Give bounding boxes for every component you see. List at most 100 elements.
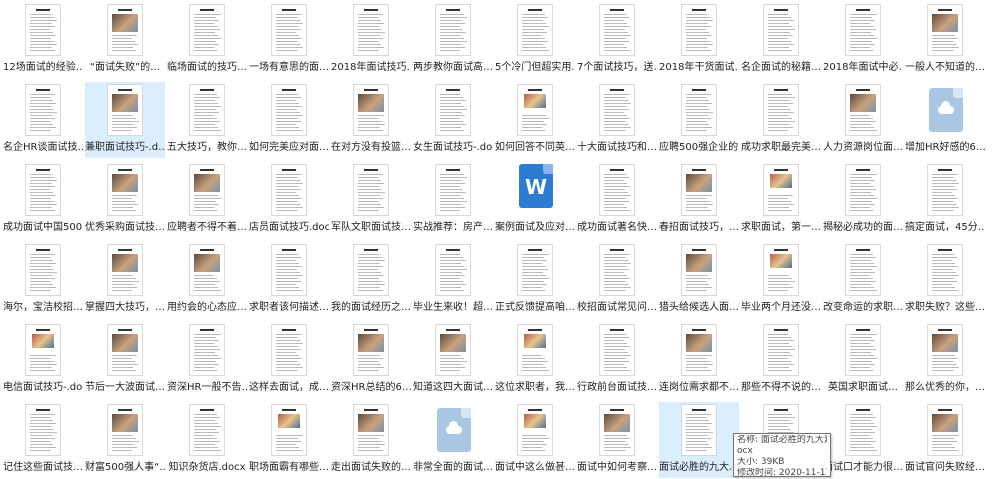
- file-name-label: 那么优秀的你，…: [905, 382, 985, 393]
- file-item[interactable]: 店员面试技巧.doc: [249, 162, 329, 238]
- file-item[interactable]: 连岗位需求都不…: [659, 322, 739, 398]
- file-item[interactable]: 应聘500强企业的…: [659, 82, 739, 158]
- file-name-label: 如何完美应对面…: [249, 142, 329, 153]
- document-thumbnail: [763, 84, 799, 136]
- document-thumbnail: [271, 84, 307, 136]
- file-item[interactable]: 如何完美应对面…: [249, 82, 329, 158]
- file-item[interactable]: 这样去面试，成…: [249, 322, 329, 398]
- file-name-label: 面试官问失败经…: [905, 462, 985, 473]
- file-item[interactable]: 校招面试常见问…: [577, 242, 657, 318]
- file-item[interactable]: 名企HR谈面试技…: [3, 82, 83, 158]
- file-item[interactable]: 电信面试技巧-.doc: [3, 322, 83, 398]
- file-name-label: 春招面试技巧，…: [659, 222, 739, 233]
- file-item[interactable]: 揭秘必成功的面…: [823, 162, 903, 238]
- file-item[interactable]: 资深HR总结的6…: [331, 322, 411, 398]
- file-item[interactable]: 职场面霸有哪些…: [249, 402, 329, 478]
- file-item[interactable]: 猎头给候选人面…: [659, 242, 739, 318]
- file-item[interactable]: 求职失败？这些…: [905, 242, 985, 318]
- file-item[interactable]: 优秀采购面试技…: [85, 162, 165, 238]
- file-item[interactable]: 财富500强人事“…: [85, 402, 165, 478]
- document-thumbnail: [681, 4, 717, 56]
- document-thumbnail: [517, 4, 553, 56]
- file-item[interactable]: 名企面试的秘籍…: [741, 2, 821, 78]
- file-name-label: 7个面试技巧，送…: [577, 62, 657, 73]
- file-item[interactable]: 掌握四大技巧，…: [85, 242, 165, 318]
- file-item[interactable]: 这位求职者，我…: [495, 322, 575, 398]
- file-item[interactable]: 2018年干货面试…: [659, 2, 739, 78]
- file-item[interactable]: 人力资源岗位面…: [823, 82, 903, 158]
- file-item[interactable]: 知道这四大面试…: [413, 322, 493, 398]
- file-item[interactable]: 那么优秀的你，…: [905, 322, 985, 398]
- file-item[interactable]: 求职者该何描述…: [249, 242, 329, 318]
- file-name-label: 在对方没有投篮…: [331, 142, 411, 153]
- file-item[interactable]: 增加HR好感的6…: [905, 82, 985, 158]
- document-thumbnail: [25, 404, 61, 456]
- file-item[interactable]: 资深HR一般不告…: [167, 322, 247, 398]
- document-thumbnail: [271, 164, 307, 216]
- file-item[interactable]: 12场面试的经验…: [3, 2, 83, 78]
- file-item[interactable]: 改变命运的求职…: [823, 242, 903, 318]
- file-item[interactable]: 一般人不知道的…: [905, 2, 985, 78]
- file-item[interactable]: 成功求职最完美…: [741, 82, 821, 158]
- file-item[interactable]: 春招面试技巧，…: [659, 162, 739, 238]
- file-item[interactable]: 五大技巧，教你…: [167, 82, 247, 158]
- file-item[interactable]: 那些不得不说的…: [741, 322, 821, 398]
- file-item[interactable]: 海尔，宝洁校招…: [3, 242, 83, 318]
- file-name-label: 面试中如何考察…: [577, 462, 657, 473]
- file-item[interactable]: 在对方没有投篮…: [331, 82, 411, 158]
- file-item[interactable]: 搞定面试，45分…: [905, 162, 985, 238]
- file-item[interactable]: 我的面试经历之…: [331, 242, 411, 318]
- file-item[interactable]: 一场有意思的面…: [249, 2, 329, 78]
- file-item[interactable]: 2018年面试中必…: [823, 2, 903, 78]
- file-name-label: 那些不得不说的…: [741, 382, 821, 393]
- file-item[interactable]: W 案例面试及应对…: [495, 162, 575, 238]
- file-item[interactable]: 成功面试中国500…: [3, 162, 83, 238]
- file-item[interactable]: 面试口才能力很…: [823, 402, 903, 478]
- file-name-label: 掌握四大技巧，…: [85, 302, 165, 313]
- document-thumbnail: [763, 244, 799, 296]
- file-item[interactable]: 面试官问失败经…: [905, 402, 985, 478]
- file-item[interactable]: 应聘者不得不着…: [167, 162, 247, 238]
- file-item[interactable]: 正式反馈提高咱…: [495, 242, 575, 318]
- file-item[interactable]: 毕业生来收！超…: [413, 242, 493, 318]
- file-item[interactable]: 面试中如何考察…: [577, 402, 657, 478]
- file-item[interactable]: 十大面试技巧和…: [577, 82, 657, 158]
- file-item[interactable]: 非常全面的面试…: [413, 402, 493, 478]
- file-item[interactable]: 节后一大波面试…: [85, 322, 165, 398]
- file-name-label: 优秀采购面试技…: [85, 222, 165, 233]
- file-item[interactable]: 成功面试著名快…: [577, 162, 657, 238]
- file-item[interactable]: 面试中这么做甚…: [495, 402, 575, 478]
- document-thumbnail: [353, 244, 389, 296]
- file-item[interactable]: 两步教你面试高…: [413, 2, 493, 78]
- document-thumbnail: [599, 4, 635, 56]
- file-name-label: 女生面试技巧-.doc: [413, 142, 493, 153]
- file-item[interactable]: 行政前台面试技…: [577, 322, 657, 398]
- file-name-label: “面试失败”的…: [89, 62, 161, 73]
- file-item[interactable]: 实战推荐：房产…: [413, 162, 493, 238]
- file-name-label: 5个冷门但超实用…: [495, 62, 575, 73]
- file-item[interactable]: 军队文职面试技…: [331, 162, 411, 238]
- file-item[interactable]: 7个面试技巧，送…: [577, 2, 657, 78]
- file-item[interactable]: “面试失败”的…: [85, 2, 165, 78]
- file-item[interactable]: 用约会的心态应…: [167, 242, 247, 318]
- file-item[interactable]: 英国求职面试…: [823, 322, 903, 398]
- file-item[interactable]: 5个冷门但超实用…: [495, 2, 575, 78]
- document-thumbnail: [189, 324, 225, 376]
- file-item[interactable]: 女生面试技巧-.doc: [413, 82, 493, 158]
- tooltip-size: 大小: 39KB: [737, 457, 785, 467]
- document-thumbnail: [189, 84, 225, 136]
- file-item[interactable]: 走出面试失败的…: [331, 402, 411, 478]
- file-name-label: 2018年面试中必…: [823, 62, 903, 73]
- file-item[interactable]: 2018年面试技巧…: [331, 2, 411, 78]
- file-item[interactable]: 临场面试的技巧…: [167, 2, 247, 78]
- file-item[interactable]: 如何回答不同英…: [495, 82, 575, 158]
- file-item[interactable]: 记住这些面试技…: [3, 402, 83, 478]
- file-name-label: 财富500强人事“…: [85, 462, 165, 473]
- file-name-label: 2018年干货面试…: [659, 62, 739, 73]
- file-item[interactable]: 面试必胜的九大…: [659, 402, 739, 478]
- file-item[interactable]: 兼职面试技巧-.d…: [85, 82, 165, 158]
- file-item[interactable]: 求职面试，第一…: [741, 162, 821, 238]
- file-item[interactable]: 知识杂货店.docx: [167, 402, 247, 478]
- file-item[interactable]: 毕业两个月还没…: [741, 242, 821, 318]
- document-thumbnail: [271, 324, 307, 376]
